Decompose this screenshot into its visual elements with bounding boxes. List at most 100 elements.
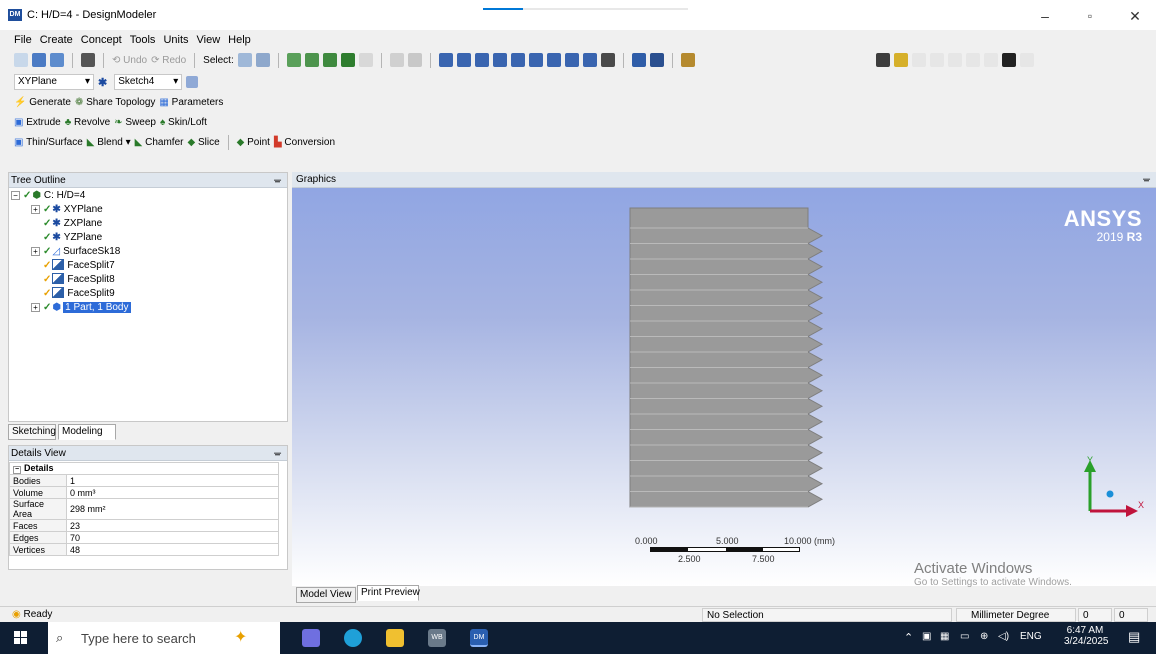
face-filter-icon[interactable]	[322, 53, 337, 67]
clock[interactable]: 6:47 AM 3/24/2025	[1064, 625, 1109, 647]
tray-globe-icon[interactable]: ⊕	[980, 631, 988, 642]
pin-icon[interactable]: ᚚ	[1143, 172, 1150, 188]
maximize-button[interactable]: ▫	[1075, 6, 1105, 26]
zoom-icon[interactable]	[474, 53, 489, 67]
zoom-fit-icon[interactable]	[510, 53, 525, 67]
export-icon[interactable]	[50, 53, 64, 67]
save-icon[interactable]	[32, 53, 46, 67]
tray-app-icon[interactable]: ▣	[922, 631, 931, 642]
pan-icon[interactable]	[456, 53, 471, 67]
edge-browser-icon[interactable]	[344, 629, 362, 647]
plane-dropdown[interactable]: XYPlane ▾	[14, 74, 94, 90]
expand-icon[interactable]: +	[31, 205, 40, 214]
menu-view[interactable]: View	[197, 31, 221, 49]
body-filter-icon[interactable]	[340, 53, 355, 67]
selection-plane-icon[interactable]	[389, 53, 404, 67]
vertex-display-icon[interactable]	[1002, 53, 1016, 67]
tree-item-facesplit8[interactable]: ✓ FaceSplit8	[43, 273, 115, 287]
share-topology-button[interactable]: ❁ Share Topology	[75, 97, 155, 108]
copilot-icon[interactable]	[302, 629, 320, 647]
menu-file[interactable]: File	[14, 31, 32, 49]
collapse-icon[interactable]: −	[11, 191, 20, 200]
display-mode-icon[interactable]	[600, 53, 615, 67]
revolve-button[interactable]: ♣ Revolve	[65, 117, 110, 128]
pin-icon[interactable]: ᚚ	[274, 446, 281, 461]
menu-concept[interactable]: Concept	[81, 31, 122, 49]
select-mode-icon[interactable]	[237, 53, 252, 67]
line-style4-icon[interactable]	[984, 53, 998, 67]
display-color-icon[interactable]	[894, 53, 908, 67]
thin-line-icon[interactable]	[912, 53, 926, 67]
model-outline[interactable]	[629, 207, 824, 508]
point-filter-icon[interactable]	[286, 53, 301, 67]
graphics-viewport[interactable]: Graphics ᚚ ANSYS 2019 R3 0.000 5.000 10.0…	[292, 172, 1156, 588]
close-button[interactable]: ✕	[1120, 6, 1150, 26]
status-units[interactable]: Millimeter Degree	[956, 608, 1076, 622]
parameters-button[interactable]: ▦ Parameters	[159, 97, 223, 108]
slice-button[interactable]: ◆ Slice	[187, 137, 219, 148]
line-style2-icon[interactable]	[948, 53, 962, 67]
sketch-dropdown[interactable]: Sketch4 ▾	[114, 74, 183, 90]
selection-plane2-icon[interactable]	[407, 53, 422, 67]
box-zoom-icon[interactable]	[492, 53, 507, 67]
line-style-icon[interactable]	[930, 53, 944, 67]
tray-speaker-icon[interactable]: ◁)	[998, 631, 1009, 642]
generate-button[interactable]: ⚡ Generate	[14, 97, 71, 108]
zoom-out-icon[interactable]	[564, 53, 579, 67]
blend-button[interactable]: ◣ Blend ▾	[87, 137, 131, 148]
tab-print-preview[interactable]: Print Preview	[357, 585, 420, 601]
undo-button[interactable]: ⟲ Undo	[112, 55, 147, 66]
menu-help[interactable]: Help	[228, 31, 251, 49]
taskbar-search-box[interactable]: ⌕ Type here to search ✦	[48, 622, 280, 654]
skin-loft-button[interactable]: ♠ Skin/Loft	[160, 117, 207, 128]
extrude-button[interactable]: ▣ Extrude	[14, 117, 61, 128]
point-button[interactable]: ◆ Point	[237, 137, 270, 148]
tree-item-part-body[interactable]: + ✓⬢ 1 Part, 1 Body	[31, 301, 131, 315]
named-selection-icon[interactable]	[680, 53, 695, 67]
language-indicator[interactable]: ENG	[1020, 631, 1042, 642]
zoom-in-icon[interactable]	[546, 53, 561, 67]
file-explorer-icon[interactable]	[386, 629, 404, 647]
notification-icon[interactable]: ▤	[1128, 629, 1140, 645]
edge-filter-icon[interactable]	[304, 53, 319, 67]
body-display-icon[interactable]	[649, 53, 664, 67]
tree-item-facesplit7[interactable]: ✓ FaceSplit7	[43, 259, 115, 273]
tab-modeling[interactable]: Modeling	[58, 424, 116, 440]
new-plane-icon[interactable]: ✱	[98, 76, 107, 89]
line-style3-icon[interactable]	[966, 53, 980, 67]
tray-network-icon[interactable]: ▦	[940, 631, 949, 642]
details-section[interactable]: − Details	[9, 462, 279, 475]
expand-icon[interactable]: +	[31, 247, 40, 256]
extend-selection-icon[interactable]	[358, 53, 373, 67]
minimize-button[interactable]: –	[1030, 6, 1060, 26]
triad-view-icon[interactable]	[631, 53, 646, 67]
tree-item-root[interactable]: − ✓⬢ C: H/D=4	[11, 189, 85, 203]
menu-units[interactable]: Units	[163, 31, 188, 49]
zoom-magnify-icon[interactable]	[528, 53, 543, 67]
select-filter-icon[interactable]	[255, 53, 270, 67]
screenshot-icon[interactable]	[81, 53, 95, 67]
conversion-button[interactable]: ▙ Conversion	[274, 137, 335, 148]
tab-sketching[interactable]: Sketching	[8, 424, 56, 440]
tree-item-facesplit9[interactable]: ✓ FaceSplit9	[43, 287, 115, 301]
tray-monitor-icon[interactable]: ▭	[960, 631, 969, 642]
workbench-icon[interactable]: WB	[428, 629, 446, 647]
menu-create[interactable]: Create	[40, 31, 73, 49]
tray-chevron-icon[interactable]: ⌃	[904, 631, 913, 644]
tree-item-surfacesk18[interactable]: + ✓◿ SurfaceSk18	[31, 245, 120, 259]
new-sketch-icon[interactable]	[186, 76, 199, 88]
expand-icon[interactable]: +	[31, 303, 40, 312]
tree-item-zxplane[interactable]: ✓✱ ZXPlane	[43, 217, 102, 231]
display-edges-icon[interactable]	[876, 53, 890, 67]
menu-tools[interactable]: Tools	[130, 31, 156, 49]
new-icon[interactable]	[14, 53, 28, 67]
tree-item-xyplane[interactable]: + ✓✱ XYPlane	[31, 203, 103, 217]
redo-button[interactable]: ⟳ Redo	[151, 55, 186, 66]
collapse-icon[interactable]: −	[13, 466, 21, 474]
windows-start-icon[interactable]	[14, 631, 28, 645]
model-body[interactable]	[628, 206, 828, 526]
chamfer-button[interactable]: ◣ Chamfer	[135, 137, 184, 148]
tree-item-yzplane[interactable]: ✓✱ YZPlane	[43, 231, 102, 245]
axis-triad[interactable]: Y X	[1070, 456, 1146, 526]
sweep-button[interactable]: ❧ Sweep	[114, 117, 156, 128]
